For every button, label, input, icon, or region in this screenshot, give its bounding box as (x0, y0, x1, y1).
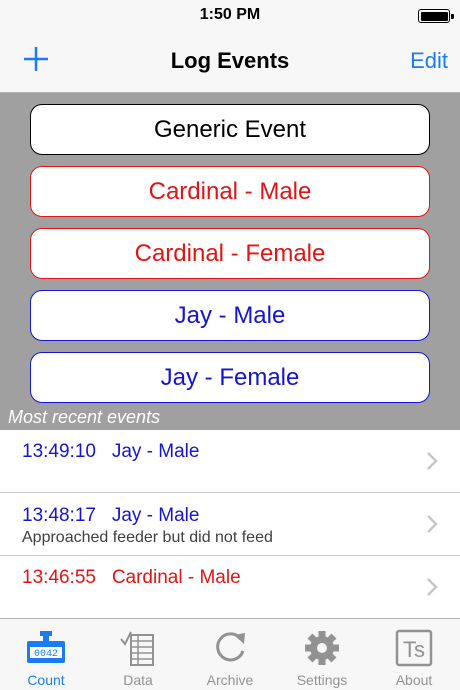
event-time: 13:49:10 (22, 441, 96, 462)
tab-count[interactable]: 0042 Count (0, 619, 92, 690)
counter-icon-text: 0042 (34, 649, 58, 660)
cardinal-female-button[interactable]: Cardinal - Female (30, 228, 430, 279)
event-row[interactable]: 13:48:17 Jay - Male Approached feeder bu… (0, 493, 460, 556)
generic-event-button[interactable]: Generic Event (30, 104, 430, 155)
chevron-right-icon (427, 515, 438, 533)
status-bar: 1:50 PM (0, 0, 460, 30)
event-time: 13:48:17 (22, 505, 96, 526)
tab-bar: 0042 Count Data Archive Settings Ts Abou… (0, 618, 460, 690)
recent-events-header: Most recent events (8, 407, 161, 427)
archive-refresh-icon (216, 632, 245, 662)
navigation-bar: Log Events Edit (0, 30, 460, 93)
event-time: 13:46:55 (22, 567, 96, 588)
event-note: Approached feeder but did not feed (22, 529, 273, 546)
tab-settings[interactable]: Settings (276, 619, 368, 690)
jay-male-button[interactable]: Jay - Male (30, 290, 430, 341)
chevron-right-icon (427, 452, 438, 470)
tab-label: About (395, 672, 433, 688)
plus-icon (24, 47, 48, 71)
event-line: 13:49:10 Jay - Male (22, 441, 199, 463)
tab-about[interactable]: Ts About (368, 619, 460, 690)
status-time: 1:50 PM (199, 6, 261, 23)
recent-events-list: 13:49:10 Jay - Male 13:48:17 Jay - Male … (0, 430, 460, 619)
event-line: 13:48:17 Jay - Male (22, 505, 199, 527)
event-line: 13:46:55 Cardinal - Male (22, 567, 241, 589)
edit-button[interactable]: Edit (410, 48, 448, 74)
gear-icon (305, 631, 339, 665)
add-button[interactable] (20, 43, 52, 75)
tab-label: Count (27, 672, 65, 688)
tab-label: Settings (296, 672, 348, 688)
counter-icon: 0042 (27, 631, 65, 663)
event-row[interactable]: 13:46:55 Cardinal - Male (0, 556, 460, 619)
tab-data[interactable]: Data (92, 619, 184, 690)
jay-female-button[interactable]: Jay - Female (30, 352, 430, 403)
tab-label: Data (123, 672, 153, 688)
event-name: Jay - Male (111, 505, 200, 526)
tab-label: Archive (206, 672, 254, 688)
tab-archive[interactable]: Archive (184, 619, 276, 690)
event-row[interactable]: 13:49:10 Jay - Male (0, 430, 460, 493)
battery-icon (418, 9, 454, 23)
event-name: Cardinal - Male (111, 567, 241, 588)
data-list-icon (120, 631, 154, 666)
about-ts-icon: Ts (395, 629, 433, 667)
about-icon-text: Ts (403, 637, 425, 662)
chevron-right-icon (427, 578, 438, 596)
cardinal-male-button[interactable]: Cardinal - Male (30, 166, 430, 217)
event-name: Jay - Male (111, 441, 200, 462)
page-title: Log Events (170, 48, 290, 73)
